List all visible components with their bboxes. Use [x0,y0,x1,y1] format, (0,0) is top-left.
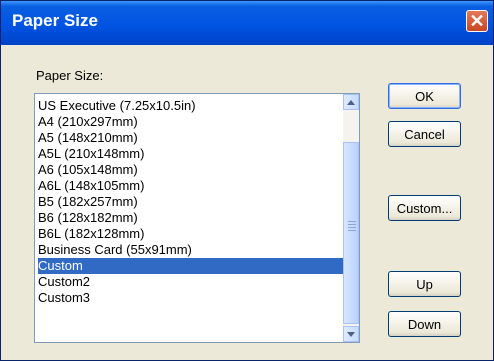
ok-button[interactable]: OK [388,83,461,109]
list-item[interactable]: Custom3 [38,290,344,306]
list-item-selected[interactable]: Custom [38,258,344,274]
paper-size-listbox[interactable]: US Executive (7.25x10.5in) A4 (210x297mm… [34,93,360,343]
list-item[interactable]: B6L (182x128mm) [38,226,344,242]
grip-line [348,227,356,228]
grip-line [348,221,356,222]
list-item[interactable]: A5 (148x210mm) [38,130,344,146]
scroll-down-arrow-icon [347,331,355,337]
scroll-up-button[interactable] [343,94,359,110]
list-item[interactable]: A6L (148x105mm) [38,178,344,194]
list-item[interactable]: Business Card (55x91mm) [38,242,344,258]
scroll-down-button[interactable] [343,326,359,342]
list-item[interactable]: US Executive (7.25x10.5in) [38,98,344,114]
cancel-button[interactable]: Cancel [388,121,461,147]
grip-line [348,230,356,231]
list-item[interactable]: A6 (105x148mm) [38,162,344,178]
grip-line [348,224,356,225]
close-icon: ✕ [469,11,485,31]
window-title: Paper Size [12,11,98,30]
title-bar: Paper Size ✕ [1,1,493,45]
paper-size-dialog: Paper Size ✕ Paper Size: US Executive (7… [0,0,494,361]
scroll-thumb[interactable] [343,142,359,324]
list-item[interactable]: A4 (210x297mm) [38,114,344,130]
paper-size-label: Paper Size: [36,68,104,83]
down-button[interactable]: Down [388,311,461,337]
list-item[interactable]: A5L (210x148mm) [38,146,344,162]
up-button[interactable]: Up [388,271,461,297]
close-button[interactable]: ✕ [466,10,488,32]
scroll-up-arrow-icon [347,99,355,105]
list-item[interactable]: B5 (182x257mm) [38,194,344,210]
vertical-scrollbar[interactable] [343,94,359,342]
list-item[interactable]: Custom2 [38,274,344,290]
list-item[interactable]: B6 (128x182mm) [38,210,344,226]
custom-button[interactable]: Custom... [388,195,461,221]
